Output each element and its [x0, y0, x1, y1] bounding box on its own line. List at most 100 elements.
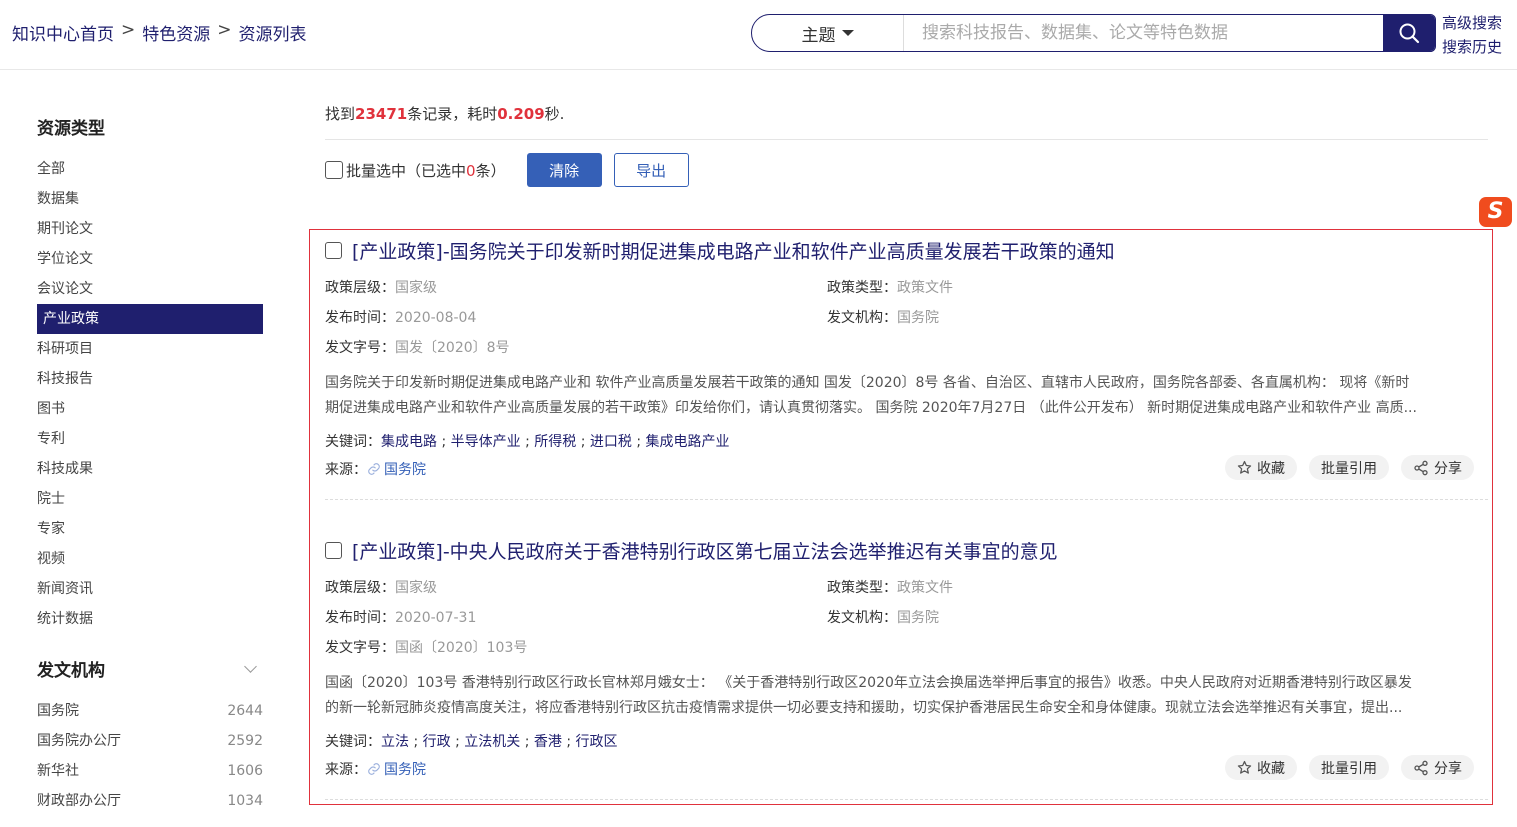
- resource-type-title: 资源类型: [37, 112, 263, 140]
- sidebar-item-type[interactable]: 新闻资讯: [37, 574, 263, 604]
- sidebar-item-type[interactable]: 数据集: [37, 184, 263, 214]
- keyword-link[interactable]: 进口税: [590, 434, 632, 450]
- result-title[interactable]: [产业政策]-中央人民政府关于香港特别行政区第七届立法会选举推迟有关事宜的意见: [325, 537, 1488, 564]
- org-name: 国务院: [37, 703, 79, 719]
- share-button[interactable]: 分享: [1401, 755, 1474, 780]
- batch-suffix: 条）: [475, 161, 506, 180]
- source-link[interactable]: 国务院: [367, 459, 426, 479]
- favorite-button[interactable]: 收藏: [1225, 755, 1297, 780]
- search-time: 0.209: [497, 105, 545, 123]
- keyword-link[interactable]: 所得税: [534, 434, 576, 450]
- issuing-org: 发文机构：国务院: [827, 307, 939, 327]
- export-button[interactable]: 导出: [613, 153, 689, 187]
- breadcrumb-current[interactable]: 资源列表: [239, 20, 307, 45]
- org-count: 1606: [227, 763, 263, 779]
- meta-label: 发文字号：: [325, 640, 395, 656]
- keyword-separator: ;: [520, 434, 535, 450]
- publish-date: 发布时间：2020-07-31: [325, 607, 476, 627]
- sidebar-item-type[interactable]: 科研项目: [37, 334, 263, 364]
- keyword-separator: ;: [450, 734, 465, 750]
- meta-label: 政策类型：: [827, 580, 897, 596]
- keyword-link[interactable]: 香港: [534, 734, 562, 750]
- meta-value: 2020-08-04: [395, 310, 477, 326]
- sidebar-item-org[interactable]: 财政部办公厅 1034: [37, 786, 263, 816]
- result-count: 23471: [355, 105, 408, 123]
- keyword-link[interactable]: 集成电路产业: [646, 434, 730, 450]
- result-summary: 找到23471条记录，耗时0.209秒.: [325, 103, 564, 124]
- batch-cite-button[interactable]: 批量引用: [1309, 455, 1389, 480]
- breadcrumb-separator: >: [217, 20, 232, 40]
- advanced-search-link[interactable]: 高级搜索: [1442, 11, 1502, 35]
- keyword-link[interactable]: 立法机关: [464, 734, 520, 750]
- keyword-link[interactable]: 立法: [381, 734, 409, 750]
- sidebar-item-type[interactable]: 科技成果: [37, 454, 263, 484]
- sidebar-item-type[interactable]: 会议论文: [37, 274, 263, 304]
- batch-cite-button[interactable]: 批量引用: [1309, 755, 1389, 780]
- org-count: 1034: [227, 793, 263, 809]
- divider: [325, 139, 1488, 140]
- search-type-dropdown[interactable]: 主题: [752, 15, 904, 51]
- result-divider: [325, 499, 1488, 500]
- sidebar-item-type[interactable]: 专利: [37, 424, 263, 454]
- breadcrumb-special-resources[interactable]: 特色资源: [142, 20, 210, 45]
- abstract-line: 的新一轮新冠肺炎疫情高度关注，将应香港特别行政区抗击疫情需求提供一切必要支持和援…: [325, 700, 1403, 716]
- source-row: 来源： 国务院: [325, 759, 426, 779]
- meta-value: 国函〔2020〕103号: [395, 640, 528, 656]
- result-divider: [325, 799, 1488, 800]
- summary-mid: 条记录，耗时: [407, 105, 498, 123]
- keyword-link[interactable]: 行政区: [576, 734, 618, 750]
- top-links: 高级搜索 搜索历史: [1442, 11, 1502, 59]
- share-button[interactable]: 分享: [1401, 455, 1474, 480]
- policy-type: 政策类型：政策文件: [827, 577, 953, 597]
- search-history-link[interactable]: 搜索历史: [1442, 35, 1502, 59]
- result-checkbox[interactable]: [325, 242, 342, 259]
- search-button[interactable]: [1383, 15, 1435, 51]
- sidebar-item-org[interactable]: 国务院办公厅 2592: [37, 726, 263, 756]
- sidebar-item-type[interactable]: 产业政策: [37, 304, 263, 334]
- resource-type-heading: 资源类型: [37, 118, 105, 139]
- sidebar-item-type[interactable]: 专家: [37, 514, 263, 544]
- breadcrumb-home[interactable]: 知识中心首页: [12, 20, 114, 45]
- favorite-button[interactable]: 收藏: [1225, 455, 1297, 480]
- cite-label: 批量引用: [1321, 760, 1377, 777]
- result-title[interactable]: [产业政策]-国务院关于印发新时期促进集成电路产业和软件产业高质量发展若干政策的…: [325, 237, 1488, 264]
- meta-label: 发布时间：: [325, 610, 395, 626]
- sidebar-item-type[interactable]: 期刊论文: [37, 214, 263, 244]
- result-title-text[interactable]: [产业政策]-国务院关于印发新时期促进集成电路产业和软件产业高质量发展若干政策的…: [352, 237, 1115, 264]
- source-link[interactable]: 国务院: [367, 759, 426, 779]
- search-icon: [1399, 23, 1420, 44]
- document-number: 发文字号：国函〔2020〕103号: [325, 637, 527, 657]
- sidebar-item-type[interactable]: 学位论文: [37, 244, 263, 274]
- sogou-ime-icon[interactable]: S: [1479, 197, 1512, 227]
- sidebar-item-org[interactable]: 国务院 2644: [37, 696, 263, 726]
- search-input[interactable]: [904, 15, 1383, 51]
- source-name: 国务院: [384, 762, 426, 778]
- keywords-label: 关键词：: [325, 434, 381, 450]
- sidebar-item-type[interactable]: 院士: [37, 484, 263, 514]
- batch-select-checkbox[interactable]: [325, 161, 343, 179]
- keyword-link[interactable]: 行政: [423, 734, 451, 750]
- sidebar-item-org[interactable]: 新华社 1606: [37, 756, 263, 786]
- org-name: 财政部办公厅: [37, 793, 121, 809]
- sidebar-item-type[interactable]: 全部: [37, 154, 263, 184]
- keyword-link[interactable]: 集成电路: [381, 434, 437, 450]
- org-name: 新华社: [37, 763, 79, 779]
- org-filter-title[interactable]: 发文机构: [37, 654, 263, 682]
- keyword-link[interactable]: 半导体产业: [451, 434, 521, 450]
- issuing-org: 发文机构：国务院: [827, 607, 939, 627]
- sidebar-item-type[interactable]: 视频: [37, 544, 263, 574]
- link-icon: [368, 763, 380, 775]
- policy-level: 政策层级：国家级: [325, 577, 437, 597]
- sidebar-item-type[interactable]: 图书: [37, 394, 263, 424]
- batch-prefix: 批量选中（已选中: [346, 161, 467, 180]
- clear-button[interactable]: 清除: [526, 153, 602, 187]
- link-icon: [368, 463, 380, 475]
- chevron-down-icon: [244, 659, 257, 673]
- result-item: [产业政策]-中央人民政府关于香港特别行政区第七届立法会选举推迟有关事宜的意见政…: [325, 537, 1488, 827]
- abstract-line: 期促进集成电路产业和软件产业高质量发展的若干政策》印发给你们，请认真贯彻落实。 …: [325, 400, 1417, 416]
- sidebar-item-type[interactable]: 科技报告: [37, 364, 263, 394]
- sidebar-item-type[interactable]: 统计数据: [37, 604, 263, 634]
- result-title-text[interactable]: [产业政策]-中央人民政府关于香港特别行政区第七届立法会选举推迟有关事宜的意见: [352, 537, 1058, 564]
- result-checkbox[interactable]: [325, 542, 342, 559]
- result-actions: 收藏 批量引用 分享: [1225, 755, 1474, 780]
